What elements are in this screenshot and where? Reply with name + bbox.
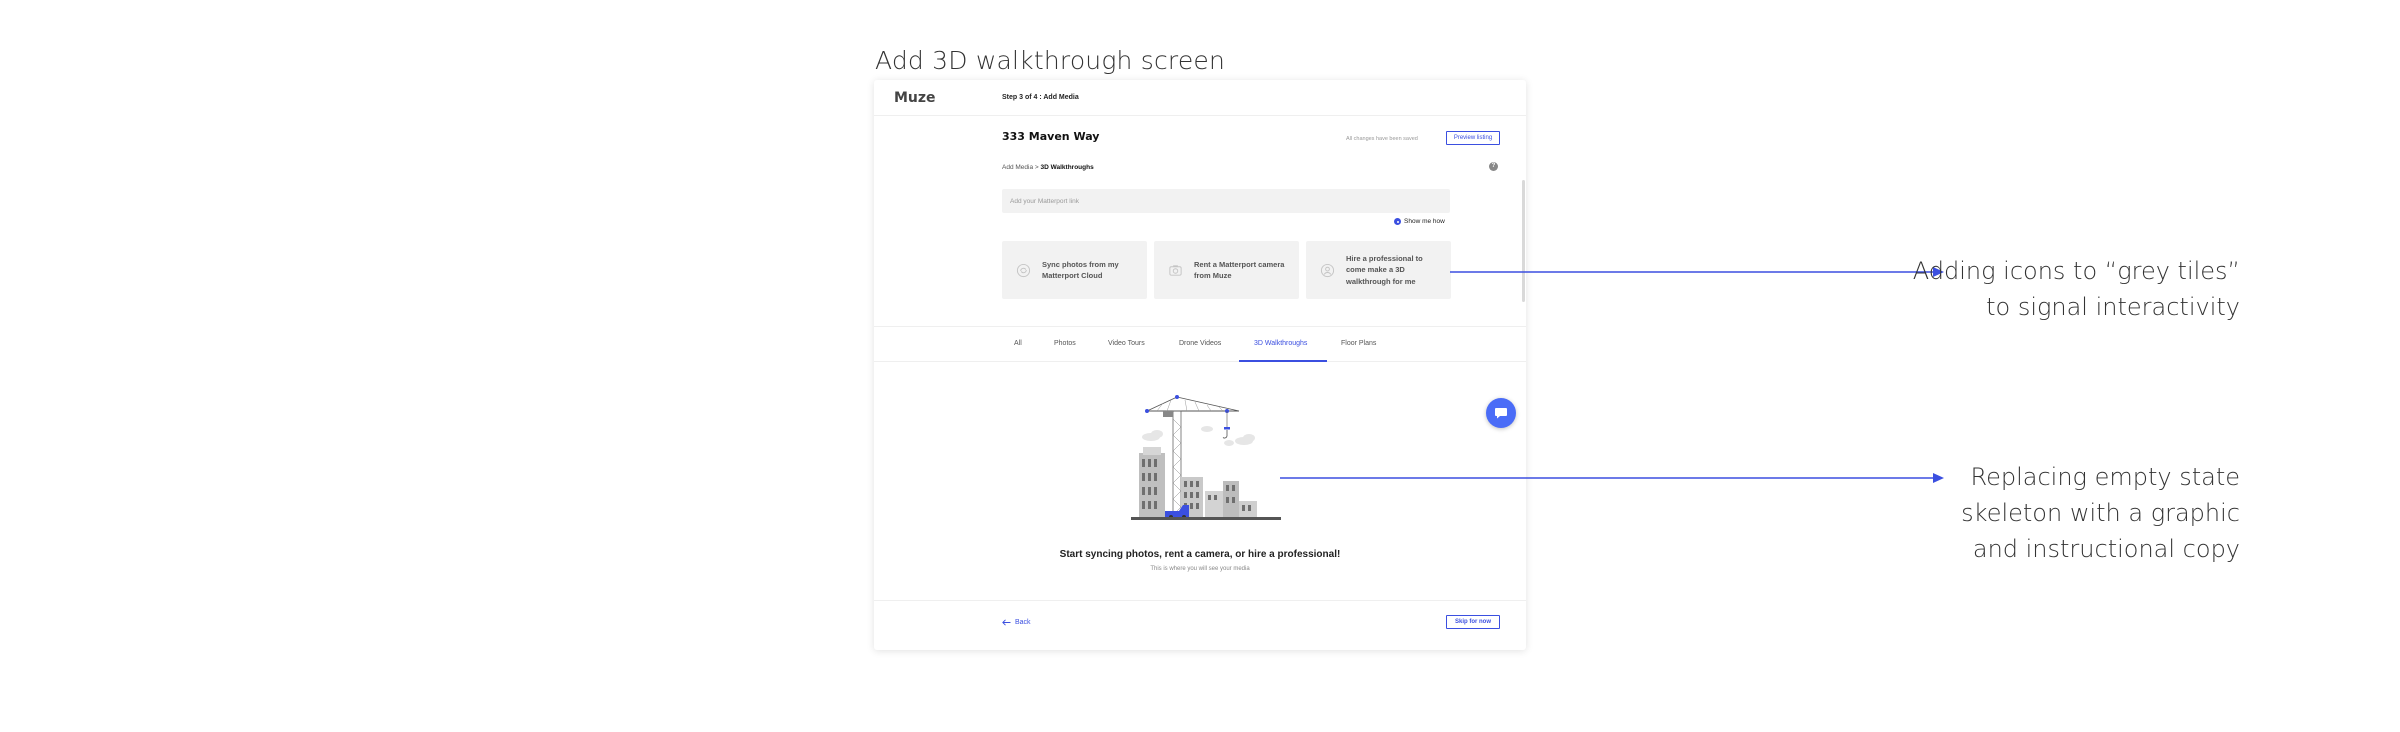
chat-icon bbox=[1495, 408, 1507, 419]
skip-for-now-button[interactable]: Skip for now bbox=[1446, 615, 1500, 629]
chat-button[interactable] bbox=[1486, 398, 1516, 428]
muze-logo[interactable]: Muze bbox=[894, 90, 936, 106]
cloud-sync-icon bbox=[1016, 263, 1031, 278]
tile-label: Rent a Matterport camera from Muze bbox=[1194, 259, 1285, 281]
breadcrumb-current: 3D Walkthroughs bbox=[1040, 164, 1094, 171]
camera-icon bbox=[1169, 265, 1182, 276]
tile-label: Hire a professional to come make a 3D wa… bbox=[1346, 253, 1423, 286]
annotation-line: Replacing empty state bbox=[1970, 463, 2241, 491]
matterport-link-input[interactable] bbox=[1002, 189, 1450, 213]
breadcrumb: Add Media > 3D Walkthroughs bbox=[1002, 164, 1094, 171]
show-me-how-link[interactable]: Show me how bbox=[1394, 218, 1445, 225]
show-me-how-label: Show me how bbox=[1404, 218, 1445, 225]
breadcrumb-parent[interactable]: Add Media bbox=[1002, 164, 1033, 171]
footer-bar: Back Skip for now bbox=[874, 600, 1526, 650]
arrow-left-icon bbox=[1002, 619, 1011, 626]
tab-3d-walkthroughs[interactable]: 3D Walkthroughs bbox=[1254, 340, 1307, 347]
tile-sync-matterport-cloud[interactable]: Sync photos from my Matterport Cloud bbox=[1002, 241, 1147, 299]
back-button[interactable]: Back bbox=[1002, 619, 1031, 626]
presentation-canvas: Add 3D walkthrough screen Muze Step 3 of… bbox=[0, 0, 2400, 732]
annotation-line: to signal interactivity bbox=[1986, 293, 2240, 321]
annotation-line: skeleton with a graphic bbox=[1961, 499, 2240, 527]
tab-video-tours[interactable]: Video Tours bbox=[1108, 340, 1145, 347]
tile-label: Sync photos from my Matterport Cloud bbox=[1042, 259, 1119, 281]
annotation-arrow-tiles bbox=[1450, 267, 1944, 277]
scrollbar[interactable] bbox=[1522, 180, 1525, 302]
tile-hire-professional[interactable]: Hire a professional to come make a 3D wa… bbox=[1306, 241, 1451, 299]
active-tab-indicator bbox=[1239, 360, 1327, 362]
save-status: All changes have been saved bbox=[1346, 136, 1418, 142]
empty-state-subtitle: This is where you will see your media bbox=[1150, 566, 1250, 572]
annotation-arrow-empty-state bbox=[1280, 473, 1944, 483]
annotation-tiles: Adding icons to “grey tiles” to signal i… bbox=[1900, 253, 2240, 325]
tile-rent-camera[interactable]: Rent a Matterport camera from Muze bbox=[1154, 241, 1299, 299]
page-heading: Add 3D walkthrough screen bbox=[875, 46, 1226, 75]
annotation-line: and instructional copy bbox=[1972, 535, 2240, 563]
breadcrumb-separator: > bbox=[1034, 164, 1039, 171]
help-icon[interactable]: ? bbox=[1489, 162, 1498, 171]
listing-title: 333 Maven Way bbox=[1002, 130, 1100, 143]
empty-state-title: Start syncing photos, rent a camera, or … bbox=[1059, 549, 1341, 560]
annotation-line: Adding icons to “grey tiles” bbox=[1912, 257, 2240, 285]
media-tabs: All Photos Video Tours Drone Videos 3D W… bbox=[874, 326, 1526, 362]
back-label: Back bbox=[1015, 619, 1031, 626]
annotation-empty-state: Replacing empty state skeleton with a gr… bbox=[1900, 459, 2240, 567]
person-icon bbox=[1320, 263, 1335, 278]
tab-drone-videos[interactable]: Drone Videos bbox=[1179, 340, 1221, 347]
app-screen-frame: Muze Step 3 of 4 : Add Media 333 Maven W… bbox=[874, 80, 1526, 650]
construction-crane-graphic bbox=[1131, 395, 1281, 520]
info-icon bbox=[1394, 218, 1401, 225]
preview-listing-button[interactable]: Preview listing bbox=[1446, 131, 1500, 145]
tab-photos[interactable]: Photos bbox=[1054, 340, 1076, 347]
top-bar: Muze Step 3 of 4 : Add Media bbox=[874, 80, 1526, 116]
tab-floor-plans[interactable]: Floor Plans bbox=[1341, 340, 1376, 347]
tab-all[interactable]: All bbox=[1014, 340, 1022, 347]
step-indicator: Step 3 of 4 : Add Media bbox=[1002, 94, 1079, 101]
